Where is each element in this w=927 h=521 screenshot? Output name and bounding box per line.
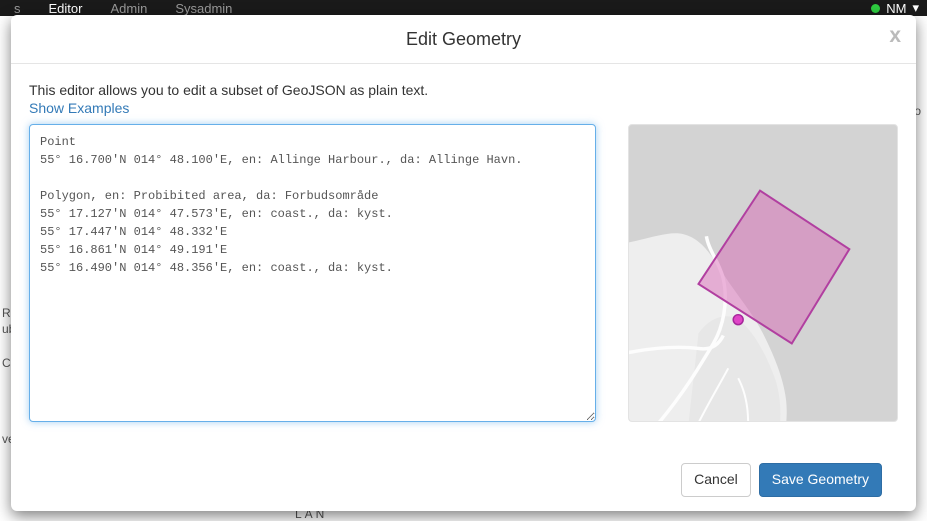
modal-header: Edit Geometry x — [11, 15, 916, 64]
map-svg — [629, 125, 897, 421]
modal-title: Edit Geometry — [26, 29, 901, 50]
close-icon[interactable]: x — [889, 25, 901, 46]
edit-geometry-modal: Edit Geometry x This editor allows you t… — [11, 15, 916, 511]
geometry-textarea[interactable] — [29, 124, 596, 422]
map-preview — [628, 124, 898, 422]
map-point — [733, 315, 743, 325]
cancel-button[interactable]: Cancel — [681, 463, 751, 497]
modal-footer: Cancel Save Geometry — [29, 450, 898, 511]
modal-body: This editor allows you to edit a subset … — [11, 64, 916, 511]
editor-description: This editor allows you to edit a subset … — [29, 82, 898, 98]
save-geometry-button[interactable]: Save Geometry — [759, 463, 882, 497]
show-examples-link[interactable]: Show Examples — [29, 100, 898, 116]
